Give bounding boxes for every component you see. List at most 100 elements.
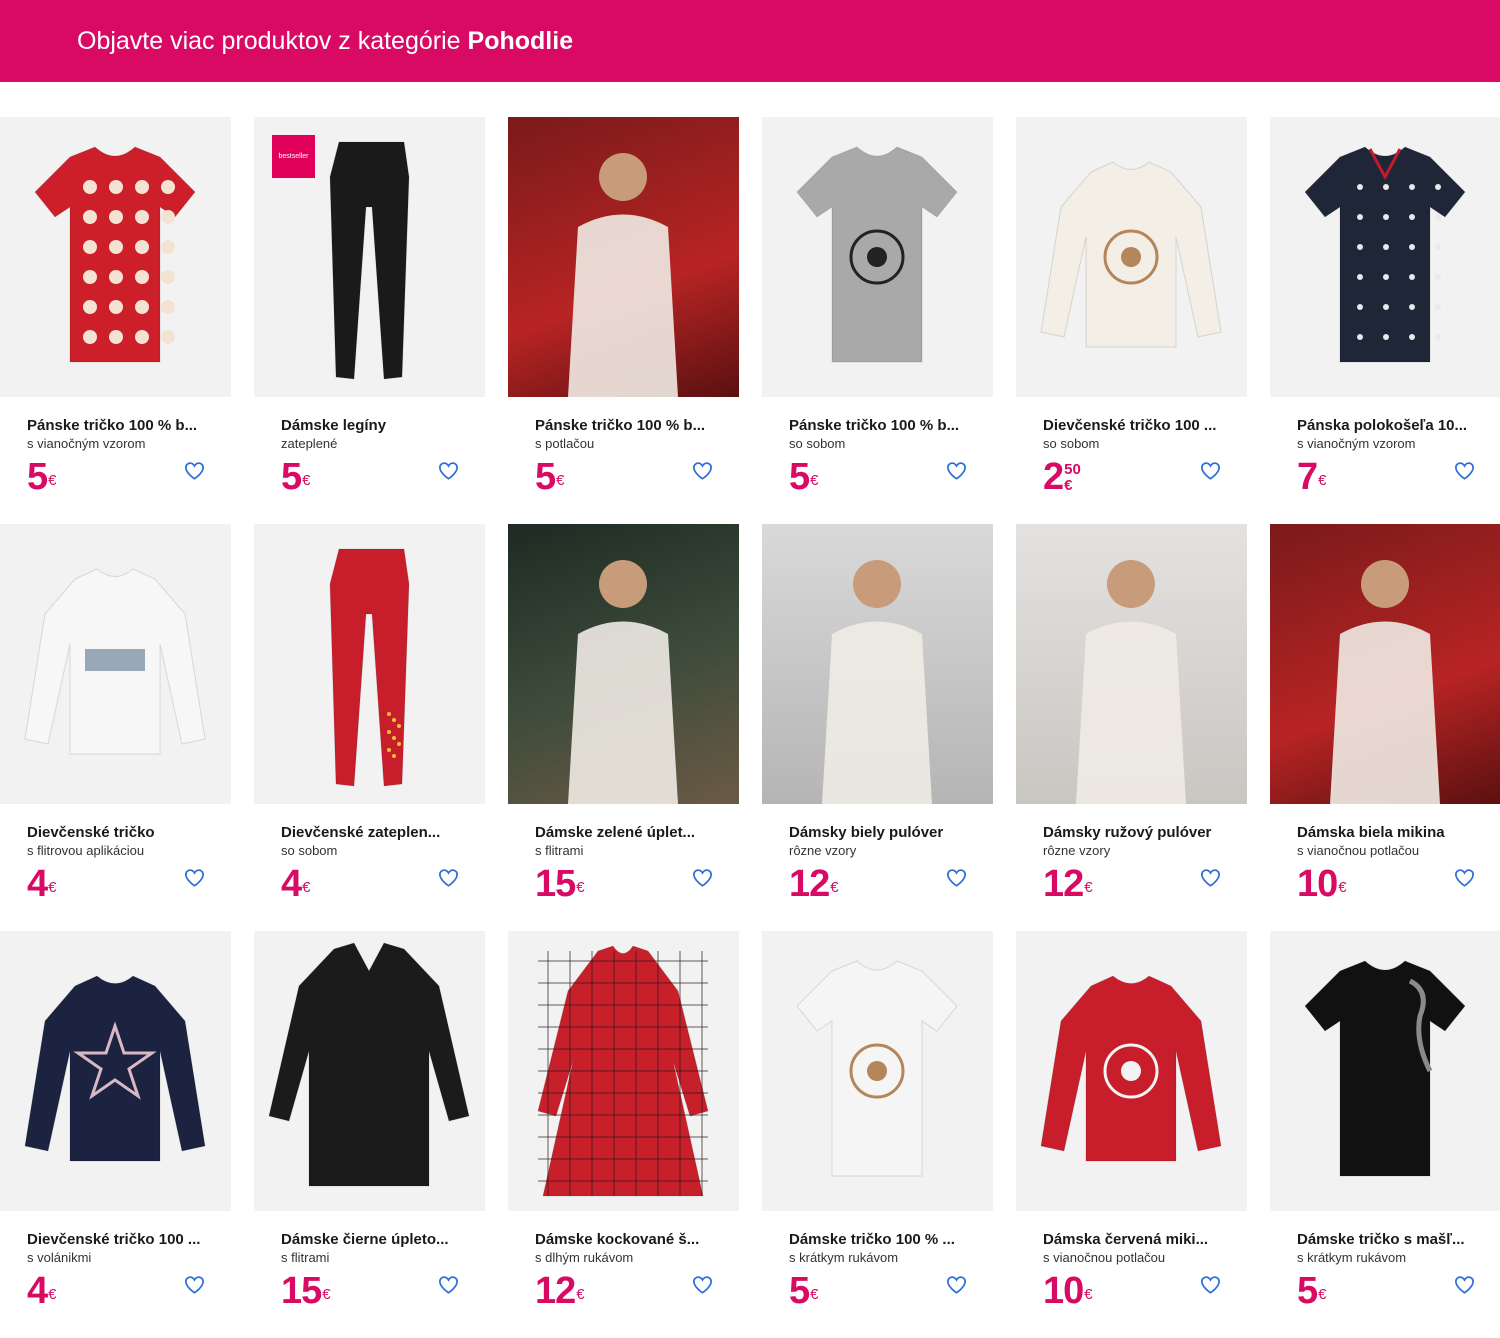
product-subtitle: s vianočnou potlačou (1043, 1250, 1166, 1265)
price-currency: € (1318, 1286, 1327, 1303)
heart-icon[interactable] (1199, 460, 1221, 480)
heart-icon[interactable] (1453, 867, 1475, 887)
product-card[interactable]: Dámska biela mikina s vianočnou potlačou 1… (1270, 524, 1500, 931)
price-currency: € (48, 1286, 57, 1303)
product-image[interactable] (508, 931, 739, 1211)
product-image[interactable] (0, 117, 231, 397)
product-image[interactable] (1016, 931, 1247, 1211)
product-card[interactable]: Pánska polokošeľa 10... s vianočným vzoro… (1270, 117, 1500, 524)
heart-icon[interactable] (1199, 867, 1221, 887)
product-image[interactable] (254, 931, 485, 1211)
product-title[interactable]: Dievčenské tričko 100 ... (1043, 417, 1228, 435)
product-info: Dámske legíny zateplené 5 € (254, 397, 485, 496)
heart-icon[interactable] (1199, 1274, 1221, 1294)
heart-icon[interactable] (691, 867, 713, 887)
product-image[interactable] (1270, 524, 1500, 804)
product-title[interactable]: Dievčenské tričko (27, 824, 212, 842)
price-currency: € (302, 472, 311, 489)
product-title[interactable]: Dámske čierne úpleto... (281, 1231, 466, 1249)
product-title[interactable]: Dámsky ružový pulóver (1043, 824, 1228, 842)
product-title[interactable]: Dámske legíny (281, 417, 466, 435)
product-card[interactable]: Pánske tričko 100 % b... so sobom 5 € (762, 117, 993, 524)
heart-icon[interactable] (183, 867, 205, 887)
product-image[interactable] (762, 117, 993, 397)
product-image[interactable] (762, 931, 993, 1211)
product-card[interactable]: Pánske tričko 100 % b... s vianočným vzor… (0, 117, 231, 524)
product-card[interactable]: Dámsky biely pulóver rôzne vzory 12 € (762, 524, 993, 931)
price-integer: 5 (789, 456, 810, 498)
product-card[interactable]: Dámske tričko 100 % ... s krátkym rukávom… (762, 931, 993, 1338)
heart-icon[interactable] (437, 867, 459, 887)
price-currency: € (302, 879, 311, 896)
product-card[interactable]: Dámske kockované š... s dlhým rukávom 12 € (508, 931, 739, 1338)
product-title[interactable]: Pánska polokošeľa 10... (1297, 417, 1482, 435)
product-subtitle: s krátkym rukávom (789, 1250, 899, 1265)
product-image[interactable]: bestseller (254, 117, 485, 397)
product-subtitle: s potlačou (535, 436, 595, 451)
product-card[interactable]: Dievčenské tričko 100 ... so sobom 2 50 € (1016, 117, 1247, 524)
product-card[interactable]: Dievčenské zateplen... so sobom 4 € (254, 524, 485, 931)
product-title[interactable]: Dámska biela mikina (1297, 824, 1482, 842)
product-image[interactable] (0, 524, 231, 804)
product-image[interactable] (254, 524, 485, 804)
product-title[interactable]: Pánske tričko 100 % b... (789, 417, 974, 435)
product-card[interactable]: Dámske zelené úplet... s flitrami 15 € (508, 524, 739, 931)
heart-icon[interactable] (183, 460, 205, 480)
price-currency: € (48, 879, 57, 896)
product-subtitle: so sobom (1043, 436, 1100, 451)
category-banner[interactable]: Objavte viac produktov z kategórie Pohod… (0, 0, 1500, 82)
product-image[interactable] (508, 524, 739, 804)
product-card[interactable]: bestseller Dámske legíny zateplené 5 € (254, 117, 485, 524)
product-card[interactable]: Dámska červená miki... s vianočnou potlač… (1016, 931, 1247, 1338)
heart-icon[interactable] (183, 1274, 205, 1294)
price-integer: 5 (281, 456, 302, 498)
banner-category[interactable]: Pohodlie (468, 27, 574, 56)
product-title[interactable]: Dámske zelené úplet... (535, 824, 720, 842)
product-title[interactable]: Dámsky biely pulóver (789, 824, 974, 842)
price-currency: € (1318, 472, 1327, 489)
product-title[interactable]: Dámska červená miki... (1043, 1231, 1228, 1249)
product-card[interactable]: Dámsky ružový pulóver rôzne vzory 12 € (1016, 524, 1247, 931)
price-integer: 10 (1043, 1270, 1084, 1312)
product-image[interactable] (508, 117, 739, 397)
heart-icon[interactable] (945, 460, 967, 480)
heart-icon[interactable] (437, 460, 459, 480)
product-title[interactable]: Dámske tričko s mašľ... (1297, 1231, 1482, 1249)
product-card[interactable]: Dámske čierne úpleto... s flitrami 15 € (254, 931, 485, 1338)
product-info: Dámske kockované š... s dlhým rukávom 12 € (508, 1211, 739, 1310)
product-image[interactable] (1270, 931, 1500, 1211)
product-subtitle: s vianočnou potlačou (1297, 843, 1420, 858)
price-integer: 10 (1297, 863, 1338, 905)
product-title[interactable]: Pánske tričko 100 % b... (27, 417, 212, 435)
product-image[interactable] (1016, 117, 1247, 397)
heart-icon[interactable] (691, 1274, 713, 1294)
heart-icon[interactable] (1453, 460, 1475, 480)
product-image[interactable] (1016, 524, 1247, 804)
heart-icon[interactable] (437, 1274, 459, 1294)
product-card[interactable]: Dievčenské tričko 100 ... s volánikmi 4 € (0, 931, 231, 1338)
heart-icon[interactable] (1453, 1274, 1475, 1294)
product-image[interactable] (0, 931, 231, 1211)
product-title[interactable]: Dámske tričko 100 % ... (789, 1231, 974, 1249)
product-image[interactable] (1270, 117, 1500, 397)
price-currency: € (830, 879, 839, 896)
product-info: Dámske tričko s mašľ... s krátkym rukávom… (1270, 1211, 1500, 1310)
product-card[interactable]: Dievčenské tričko s flitrovou aplikáciou 4… (0, 524, 231, 931)
product-title[interactable]: Dievčenské tričko 100 ... (27, 1231, 212, 1249)
product-card[interactable]: Dámske tričko s mašľ... s krátkym rukávom… (1270, 931, 1500, 1338)
product-title[interactable]: Pánske tričko 100 % b... (535, 417, 720, 435)
product-title[interactable]: Dievčenské zateplen... (281, 824, 466, 842)
heart-icon[interactable] (945, 867, 967, 887)
product-image[interactable] (762, 524, 993, 804)
price-cents: 50 (1064, 461, 1081, 478)
price-integer: 4 (27, 1270, 48, 1312)
product-subtitle: zateplené (281, 436, 338, 451)
price-integer: 7 (1297, 456, 1318, 498)
price-currency: € (1064, 477, 1073, 494)
product-card[interactable]: Pánske tričko 100 % b... s potlačou 5 € (508, 117, 739, 524)
heart-icon[interactable] (691, 460, 713, 480)
heart-icon[interactable] (945, 1274, 967, 1294)
price-integer: 15 (281, 1270, 322, 1312)
product-title[interactable]: Dámske kockované š... (535, 1231, 720, 1249)
price-integer: 5 (1297, 1270, 1318, 1312)
